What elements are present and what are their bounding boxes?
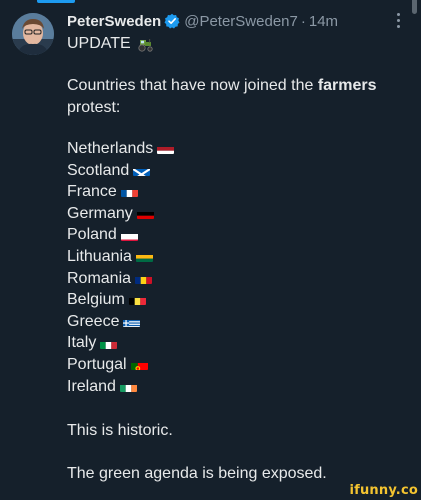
country-name: Greece bbox=[67, 312, 120, 330]
romania-flag-icon bbox=[135, 273, 153, 284]
country-name: Scotland bbox=[67, 161, 130, 179]
tractor-icon bbox=[136, 37, 154, 52]
country-list: Netherlands Scotland France Germany Pola… bbox=[67, 138, 175, 398]
list-item: Lithuania bbox=[67, 246, 174, 268]
list-item: Poland bbox=[67, 224, 174, 246]
intro-text: Countries that have now joined the farme… bbox=[67, 75, 401, 118]
ireland-flag-icon bbox=[119, 381, 137, 392]
germany-flag-icon bbox=[136, 208, 154, 220]
greece-flag-icon bbox=[123, 316, 141, 328]
country-name: Lithuania bbox=[67, 247, 132, 265]
list-item: Scotland bbox=[67, 160, 174, 182]
update-label: UPDATE bbox=[67, 35, 131, 52]
tweet-header: PeterSweden @PeterSweden7 · 14m bbox=[67, 10, 399, 32]
closing-line-1: This is historic. bbox=[67, 422, 173, 439]
list-item: Greece bbox=[67, 311, 174, 333]
intro-prefix: Countries that have now joined the bbox=[67, 77, 318, 94]
ifunny-watermark: ifunny.co bbox=[349, 483, 418, 498]
author-name[interactable]: PeterSweden bbox=[67, 13, 161, 30]
author-handle[interactable]: @PeterSweden7 bbox=[184, 13, 298, 30]
timestamp[interactable]: 14m bbox=[309, 13, 338, 30]
separator-dot: · bbox=[300, 12, 306, 30]
scotland-flag-icon bbox=[133, 165, 151, 176]
country-name: Germany bbox=[67, 204, 133, 222]
country-name: Netherlands bbox=[67, 140, 154, 157]
country-name: Romania bbox=[67, 269, 132, 287]
list-item: Belgium bbox=[67, 289, 174, 311]
country-name: Ireland bbox=[67, 377, 116, 395]
france-flag-icon bbox=[120, 186, 138, 198]
list-item: Netherlands bbox=[67, 138, 175, 160]
lithuania-flag-icon bbox=[135, 251, 153, 263]
country-name: Italy bbox=[67, 334, 97, 352]
portugal-flag-icon bbox=[130, 359, 148, 371]
intro-bold: farmers bbox=[317, 77, 377, 94]
list-item: Germany bbox=[67, 203, 174, 225]
netherlands-flag-icon bbox=[157, 143, 175, 155]
verified-badge-icon bbox=[164, 13, 180, 29]
list-item: Italy bbox=[67, 332, 174, 354]
italy-flag-icon bbox=[100, 338, 118, 349]
country-name: Belgium bbox=[67, 291, 125, 309]
country-name: Poland bbox=[67, 226, 117, 244]
avatar[interactable] bbox=[12, 13, 54, 55]
update-line: UPDATE bbox=[67, 33, 401, 55]
tweet[interactable]: PeterSweden @PeterSweden7 · 14m UPDATE C… bbox=[0, 0, 421, 500]
list-item: Ireland bbox=[67, 376, 174, 398]
poland-flag-icon bbox=[120, 230, 138, 241]
list-item: Portugal bbox=[67, 354, 174, 376]
list-item: France bbox=[67, 181, 174, 203]
country-name: France bbox=[67, 183, 117, 201]
belgium-flag-icon bbox=[128, 294, 146, 306]
closing-line-2: The green agenda is being exposed. bbox=[67, 465, 327, 482]
intro-suffix: protest: bbox=[67, 98, 121, 116]
country-name: Portugal bbox=[67, 355, 127, 373]
list-item: Romania bbox=[67, 268, 174, 290]
more-options-icon[interactable] bbox=[389, 11, 407, 29]
